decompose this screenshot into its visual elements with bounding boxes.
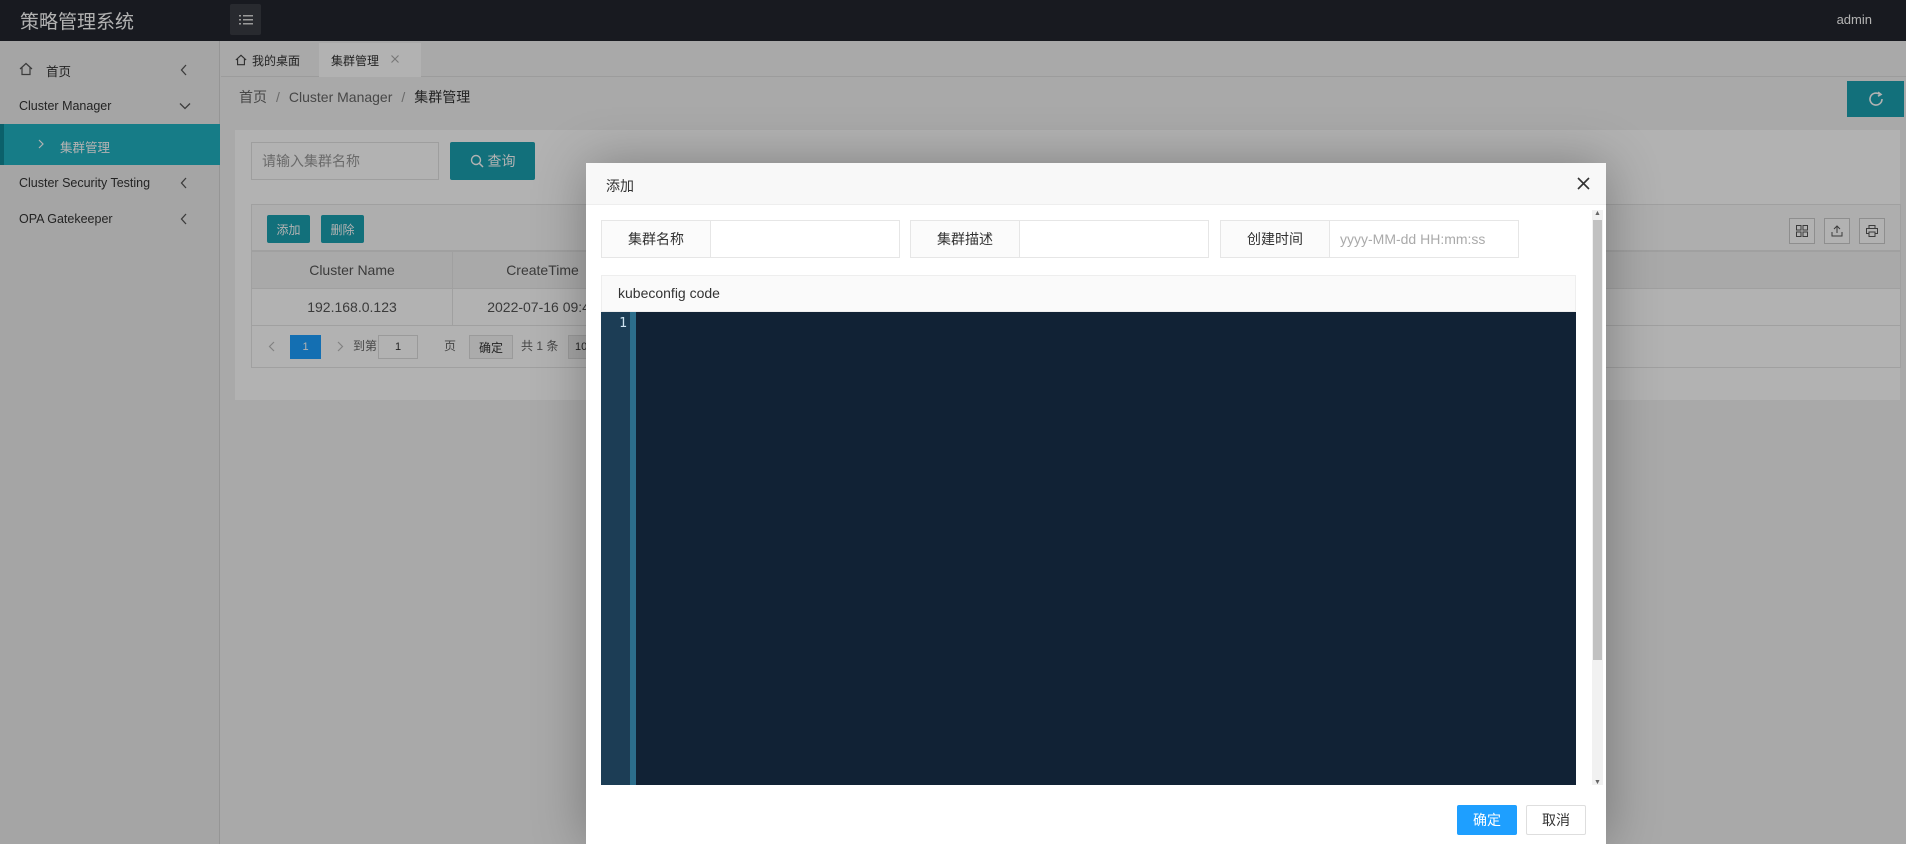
create-time-input[interactable]: yyyy-MM-dd HH:mm:ss	[1330, 220, 1519, 258]
field-cluster-description: 集群描述	[910, 220, 1209, 258]
kubeconfig-code-editor[interactable]: 1	[601, 312, 1576, 785]
dialog-body: 集群名称 集群描述 创建时间 yyyy-MM-dd HH:mm:ss kubec…	[586, 205, 1606, 785]
field-cluster-name: 集群名称	[601, 220, 900, 258]
editor-gutter-edge	[630, 312, 636, 785]
dialog-scrollbar[interactable]: ▲ ▼	[1592, 210, 1603, 785]
field-create-time: 创建时间 yyyy-MM-dd HH:mm:ss	[1220, 220, 1519, 258]
scroll-up-icon[interactable]: ▲	[1594, 210, 1601, 217]
cancel-button[interactable]: 取消	[1526, 805, 1586, 835]
close-icon[interactable]	[1577, 177, 1590, 190]
editor-gutter: 1	[601, 312, 630, 785]
cluster-description-input[interactable]	[1020, 220, 1209, 258]
field-label: 创建时间	[1220, 220, 1330, 258]
scroll-down-icon[interactable]: ▼	[1594, 779, 1601, 785]
add-cluster-dialog: 添加 集群名称 集群描述 创建时间 yyyy-MM-dd HH:mm:ss ku…	[586, 163, 1606, 844]
line-number: 1	[619, 316, 627, 331]
dialog-header: 添加	[586, 163, 1606, 205]
scrollbar-thumb[interactable]	[1593, 220, 1602, 660]
cluster-name-input[interactable]	[711, 220, 900, 258]
dialog-title: 添加	[606, 178, 634, 194]
field-label: 集群名称	[601, 220, 711, 258]
field-label: 集群描述	[910, 220, 1020, 258]
code-label: kubeconfig code	[601, 275, 1576, 312]
confirm-button[interactable]: 确定	[1457, 805, 1517, 835]
